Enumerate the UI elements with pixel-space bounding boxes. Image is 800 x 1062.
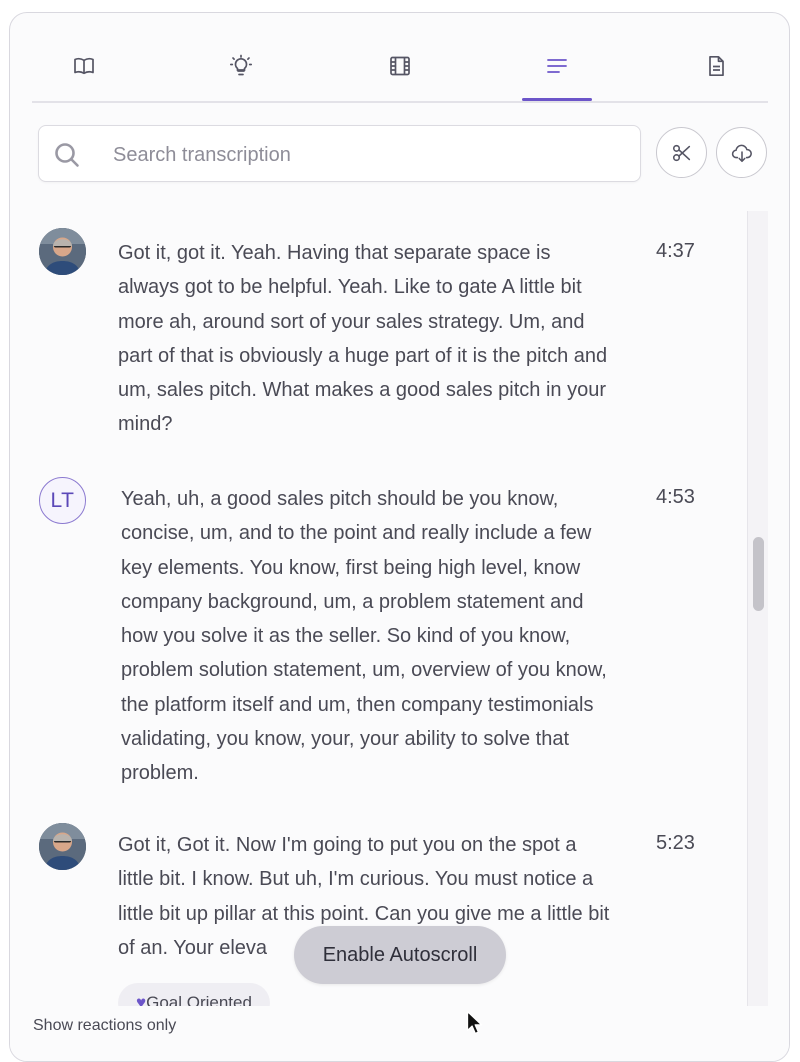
transcript-text: Yeah, uh, a good sales pitch should be y… xyxy=(121,488,607,785)
film-icon xyxy=(390,56,410,76)
search-box xyxy=(38,125,641,182)
document-icon xyxy=(709,55,724,77)
cloud-download-icon xyxy=(731,144,752,162)
timestamp[interactable]: 4:53 xyxy=(656,486,695,509)
search-icon xyxy=(55,143,79,167)
timestamp[interactable]: 4:37 xyxy=(656,240,695,263)
tab-clips[interactable] xyxy=(365,33,435,99)
enable-autoscroll-button[interactable]: Enable Autoscroll xyxy=(294,926,506,984)
download-button[interactable] xyxy=(716,127,767,178)
transcript-text: Got it, got it. Yeah. Having that separa… xyxy=(118,242,608,436)
tab-chapters[interactable] xyxy=(49,33,119,99)
search-input[interactable] xyxy=(111,134,615,176)
scrollbar-track[interactable] xyxy=(747,211,768,1011)
scrollbar-thumb[interactable] xyxy=(753,537,764,611)
show-reactions-only-toggle[interactable]: Show reactions only xyxy=(33,1017,176,1035)
book-icon xyxy=(74,57,94,75)
scissors-icon xyxy=(672,144,690,161)
tab-bar xyxy=(32,33,768,103)
tab-insights[interactable] xyxy=(206,33,276,99)
avatar xyxy=(39,228,86,275)
tab-notes[interactable] xyxy=(681,33,751,99)
avatar xyxy=(39,823,86,870)
tab-transcription[interactable] xyxy=(522,33,592,101)
lightbulb-icon xyxy=(229,54,253,76)
transcript-panel: Got it, got it. Yeah. Having that separa… xyxy=(9,12,790,1062)
lines-icon xyxy=(547,59,567,73)
clip-button[interactable] xyxy=(656,127,707,178)
avatar: LT xyxy=(39,477,86,524)
timestamp[interactable]: 5:23 xyxy=(656,832,695,855)
mouse-cursor-icon xyxy=(466,1010,483,1035)
transcript-list: Got it, got it. Yeah. Having that separa… xyxy=(10,211,770,1006)
